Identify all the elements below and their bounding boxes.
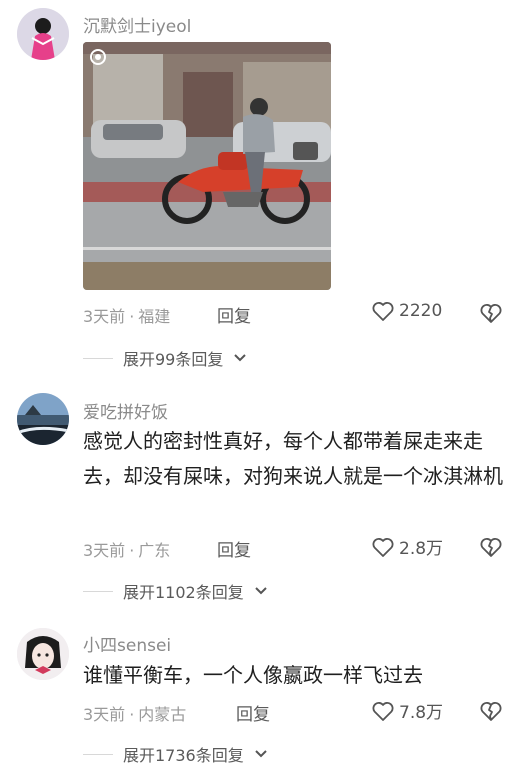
broken-heart-icon[interactable] <box>479 535 503 559</box>
expand-replies[interactable]: 展开1736条回复 <box>83 742 268 766</box>
broken-heart-icon[interactable] <box>479 699 503 723</box>
reply-button[interactable]: 回复 <box>236 700 270 725</box>
meta-separator: · <box>129 705 135 724</box>
reply-button[interactable]: 回复 <box>217 302 251 327</box>
meta-separator: · <box>129 307 135 326</box>
expand-replies-label: 展开1736条回复 <box>123 746 244 765</box>
avatar[interactable] <box>17 393 69 445</box>
username[interactable]: 小四sensei <box>83 631 171 656</box>
comment-time: 3天前 <box>83 705 126 724</box>
comment-location: 广东 <box>138 541 171 560</box>
comment-meta: 3天前 · 内蒙古 <box>83 701 186 725</box>
heart-outline-icon <box>372 537 394 557</box>
comment-text: 感觉人的密封性真好，每个人都带着屎走来走去，却没有屎味，对狗来说人就是一个冰淇淋… <box>83 429 503 488</box>
expand-replies-label: 展开1102条回复 <box>123 583 244 602</box>
comment-text: 谁懂平衡车，一个人像嬴政一样飞过去 <box>83 663 423 687</box>
comment-time: 3天前 <box>83 541 126 560</box>
like-button[interactable]: 7.8万 <box>371 698 443 723</box>
like-count: 2220 <box>399 301 443 321</box>
divider-line <box>83 753 113 755</box>
expand-replies[interactable]: 展开1102条回复 <box>83 579 268 603</box>
comment-1: 沉默剑士iyeol 3天前 · 福建 回复 2220 展开99条回复 <box>0 0 521 380</box>
heart-outline-icon <box>372 302 394 321</box>
chevron-down-icon <box>255 587 267 595</box>
like-count: 2.8万 <box>399 539 444 559</box>
expand-replies[interactable]: 展开99条回复 <box>83 346 247 370</box>
avatar[interactable] <box>17 628 69 680</box>
heart-outline-icon <box>372 701 394 721</box>
comment-location: 福建 <box>138 307 171 326</box>
comment-time: 3天前 <box>83 307 126 326</box>
meta-separator: · <box>129 541 135 560</box>
username[interactable]: 爱吃拼好饭 <box>83 398 168 423</box>
comment-3: 小四sensei 谁懂平衡车，一个人像嬴政一样飞过去 3天前 · 内蒙古 回复 7.… <box>0 620 521 775</box>
divider-line <box>83 357 113 359</box>
expand-replies-label: 展开99条回复 <box>123 350 224 369</box>
comment-meta: 3天前 · 福建 <box>83 303 170 327</box>
avatar[interactable] <box>17 8 69 60</box>
like-count: 7.8万 <box>399 703 444 723</box>
chevron-down-icon <box>255 750 267 758</box>
comment-2: 爱吃拼好饭 感觉人的密封性真好，每个人都带着屎走来走去，却没有屎味，对狗来说人就… <box>0 380 521 620</box>
like-button[interactable]: 2220 <box>371 300 442 322</box>
reply-button[interactable]: 回复 <box>217 536 251 561</box>
divider-line <box>83 590 113 592</box>
broken-heart-icon[interactable] <box>479 301 503 325</box>
comment-meta: 3天前 · 广东 <box>83 537 170 561</box>
comment-location: 内蒙古 <box>138 705 187 724</box>
username[interactable]: 沉默剑士iyeol <box>83 12 191 37</box>
like-button[interactable]: 2.8万 <box>371 534 443 559</box>
chevron-down-icon <box>234 354 247 362</box>
comment-image[interactable] <box>83 42 331 290</box>
